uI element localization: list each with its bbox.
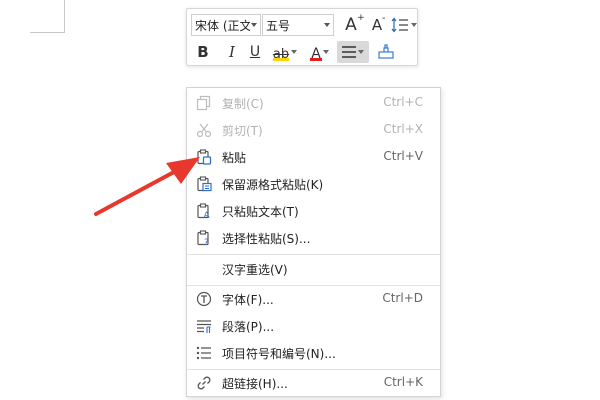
copy-icon [196, 95, 211, 111]
menu-item-cut[interactable]: 剪切(T) Ctrl+X [187, 117, 440, 143]
font-name-combo[interactable]: 宋体 (正文 [191, 14, 261, 36]
menu-separator [187, 254, 440, 255]
menu-item-shortcut: Ctrl+X [383, 122, 423, 136]
paste-icon [197, 149, 212, 165]
menu-item-hyperlink[interactable]: 超链接(H)... Ctrl+K [187, 370, 440, 396]
menu-item-paste-keep-format[interactable]: 保留源格式粘贴(K) [187, 171, 440, 197]
menu-item-paste-special[interactable]: ? 选择性粘贴(S)... [187, 225, 440, 251]
menu-item-paragraph[interactable]: 段落(P)... [187, 313, 440, 339]
grow-font-label: A [345, 15, 357, 35]
shrink-font-button[interactable]: A- [364, 13, 390, 36]
font-color-bar [310, 58, 322, 61]
shrink-font-label: A [371, 16, 383, 34]
menu-item-label: 项目符号和编号(N)... [222, 347, 336, 361]
chevron-down-icon [251, 23, 257, 27]
menu-item-label: 只粘贴文本(T) [222, 205, 299, 219]
paste-special-icon: ? [197, 230, 209, 246]
menu-item-shortcut: Ctrl+K [383, 375, 423, 389]
menu-item-paste-text-only[interactable]: A 只粘贴文本(T) [187, 198, 440, 224]
highlight-icon: ab [272, 43, 290, 62]
bold-button[interactable]: B [193, 41, 213, 63]
menu-item-label: 字体(F)... [222, 293, 274, 307]
toolbar-row-1: 宋体 (正文 五号 A + A- [191, 13, 418, 37]
menu-item-shortcut: Ctrl+D [382, 291, 423, 305]
align-button[interactable] [337, 41, 369, 63]
bullets-icon [196, 346, 211, 360]
font-color-button[interactable]: A [305, 41, 335, 63]
paste-keep-format-icon [197, 176, 212, 192]
menu-item-bullets-numbering[interactable]: 项目符号和编号(N)... [187, 340, 440, 366]
font-size-value: 五号 [266, 18, 291, 33]
menu-item-label: 复制(C) [222, 97, 264, 111]
format-painter-button[interactable] [373, 41, 399, 63]
mini-format-toolbar: 宋体 (正文 五号 A + A- B I U ab A [186, 8, 418, 66]
menu-item-shortcut: Ctrl+V [383, 149, 423, 163]
menu-item-label: 汉字重选(V) [222, 263, 288, 277]
svg-text:?: ? [204, 238, 209, 246]
svg-text:A: A [204, 211, 211, 219]
chevron-down-icon [411, 23, 417, 27]
paragraph-icon [197, 320, 211, 333]
context-menu: 复制(C) Ctrl+C 剪切(T) Ctrl+X 粘贴 Ctrl+V 保留源格… [186, 87, 441, 397]
font-name-value: 宋体 (正文 [195, 18, 250, 33]
underline-icon: U [249, 44, 261, 60]
grow-font-button[interactable]: A + [338, 13, 365, 36]
line-spacing-icon [391, 17, 408, 33]
scissors-icon [196, 123, 212, 138]
shrink-font-icon: A- [371, 13, 386, 34]
paste-text-only-icon: A [197, 203, 211, 219]
page-corner-mark-horizontal [30, 32, 64, 33]
format-painter-icon [378, 44, 394, 59]
font-size-combo[interactable]: 五号 [262, 14, 334, 36]
toolbar-row-2: B I U ab A [191, 40, 399, 64]
menu-item-font[interactable]: 字体(F)... Ctrl+D [187, 286, 440, 312]
menu-item-label: 段落(P)... [222, 320, 275, 334]
highlight-button[interactable]: ab [269, 41, 301, 63]
menu-item-copy[interactable]: 复制(C) Ctrl+C [187, 90, 440, 116]
page-corner-mark-vertical [64, 0, 65, 33]
chevron-down-icon [358, 50, 364, 54]
menu-item-paste[interactable]: 粘贴 Ctrl+V [187, 144, 440, 170]
bold-icon: B [197, 43, 209, 61]
underline-button[interactable]: U [245, 41, 265, 63]
font-icon [196, 291, 212, 307]
italic-button[interactable]: I [219, 41, 245, 63]
highlight-color-bar [272, 58, 290, 61]
grow-font-icon: A + [345, 13, 365, 35]
align-justify-icon [342, 46, 356, 58]
chevron-down-icon [324, 23, 330, 27]
menu-item-label: 选择性粘贴(S)... [222, 232, 311, 246]
menu-item-hanzi-reselect[interactable]: 汉字重选(V) [187, 256, 440, 282]
font-color-icon: A [310, 43, 322, 62]
chevron-down-icon [291, 50, 298, 54]
menu-item-label: 保留源格式粘贴(K) [222, 178, 324, 192]
menu-item-label: 粘贴 [222, 151, 247, 165]
chevron-down-icon [322, 50, 329, 54]
link-icon [197, 376, 211, 390]
menu-item-label: 超链接(H)... [222, 377, 288, 391]
menu-item-label: 剪切(T) [222, 124, 263, 138]
italic-icon: I [229, 43, 235, 61]
menu-item-shortcut: Ctrl+C [383, 95, 423, 109]
line-spacing-button[interactable] [390, 14, 418, 36]
